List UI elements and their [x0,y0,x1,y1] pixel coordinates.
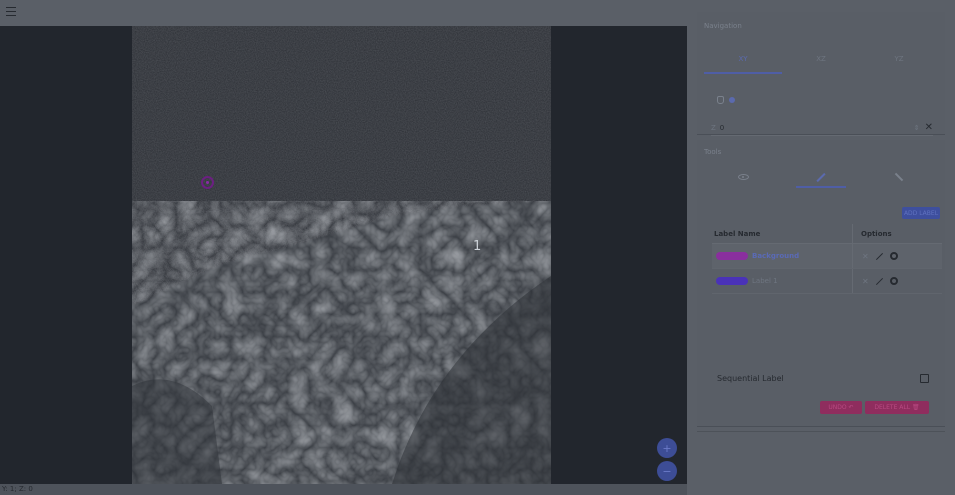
palette-icon[interactable] [889,277,898,285]
slice-value[interactable]: 0 [720,124,914,132]
zoom-out-icon: − [662,464,672,478]
remove-label-icon[interactable]: ✕ [862,277,869,286]
wand-icon [894,172,904,182]
cursor-status: Y: 1; Z: 0 [0,484,687,495]
stepper-icon[interactable]: ⇕ [914,124,920,132]
zoom-in-button[interactable]: + [657,438,677,458]
divider [697,431,945,432]
cursor-tools [717,96,735,104]
slice-input[interactable]: Z 0 ⇕ ✕ [711,120,933,136]
navigation-title: Navigation [704,22,742,30]
undo-button[interactable]: UNDO ↶ [820,401,862,414]
zoom-out-button[interactable]: − [657,461,677,481]
edit-label-icon[interactable] [875,277,883,285]
label-color-swatch [716,252,748,260]
zoom-in-icon: + [662,441,672,455]
label-name-cell: Background [712,252,852,260]
sequential-label-checkbox[interactable] [920,374,929,383]
menu-icon[interactable] [6,7,16,17]
slice-number-label: 1 [473,239,482,254]
tab-paint[interactable] [782,166,860,188]
tab-view[interactable] [704,166,782,188]
options-header: Options [852,224,892,243]
tools-title: Tools [704,148,722,156]
side-panel: Navigation XY XZ YZ Z 0 ⇕ ✕ Tools ADD LA… [687,0,955,495]
sequential-label-row: Sequential Label [717,374,929,383]
label-name-header: Label Name [714,229,761,238]
tomography-slice-image[interactable] [132,26,551,484]
eye-icon [737,174,749,180]
top-bar [0,0,687,26]
remove-label-icon[interactable]: ✕ [862,252,869,261]
label-name-cell: Label 1 [712,277,852,285]
sequential-label-text: Sequential Label [717,374,784,383]
label-options: ✕ [852,244,898,268]
palette-icon[interactable] [889,252,898,260]
label-row-label-1[interactable]: Label 1 ✕ [712,269,942,294]
navigation-card: Navigation XY XZ YZ Z 0 ⇕ ✕ [697,12,945,136]
slice-image-graphic [132,26,551,484]
tab-xy[interactable]: XY [704,42,782,76]
label-name: Label 1 [752,277,778,285]
hand-icon[interactable] [717,96,724,104]
slice-axis-label: Z [711,123,716,132]
tab-magic[interactable] [860,166,938,188]
image-viewer[interactable]: 1 + − ⛶ [0,26,687,484]
tab-xz[interactable]: XZ [782,42,860,76]
delete-all-button[interactable]: DELETE ALL 🗑 [865,401,929,414]
edit-label-icon[interactable] [875,252,883,260]
table-header: Label Name Options [712,224,942,244]
label-options: ✕ [852,269,898,293]
tool-tabs [704,166,938,188]
crosshair-marker-icon[interactable] [201,176,214,189]
view-tabs: XY XZ YZ [704,42,938,76]
tab-yz[interactable]: YZ [860,42,938,76]
label-color-swatch [716,277,748,285]
pencil-icon [816,172,826,182]
tools-card: Tools ADD LABEL Label Name Options Backg… [697,140,945,426]
add-label-button[interactable]: ADD LABEL [902,207,940,219]
label-row-background[interactable]: Background ✕ [712,244,942,269]
action-buttons: UNDO ↶ DELETE ALL 🗑 [820,401,929,414]
point-icon[interactable] [729,97,735,103]
label-table: Label Name Options Background ✕ Label 1 [712,224,942,294]
clear-icon[interactable]: ✕ [925,122,933,133]
label-name: Background [752,252,800,260]
